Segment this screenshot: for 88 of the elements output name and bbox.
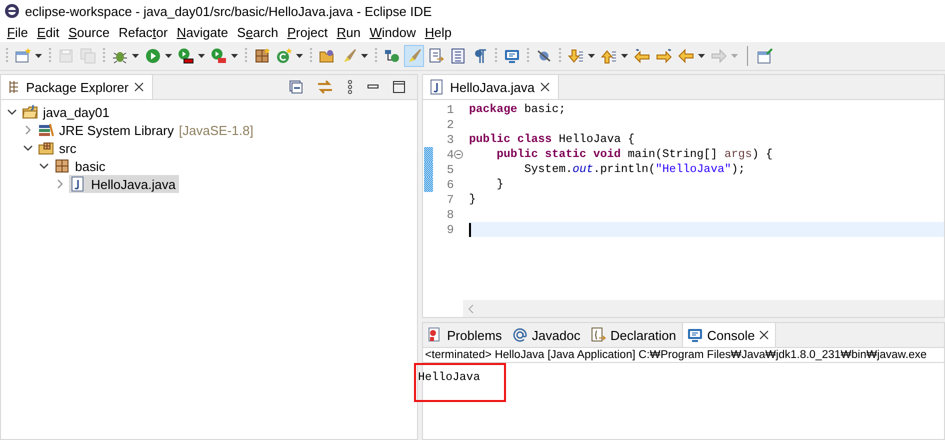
brush-icon [406, 48, 422, 64]
floppy-icon [58, 48, 74, 64]
chevron-down-icon[interactable] [23, 143, 33, 153]
folder-icon [319, 48, 335, 64]
arrow-right-icon [656, 48, 672, 64]
app-icon [4, 3, 20, 19]
skip-icon [536, 48, 552, 64]
code-line: package basic; [469, 102, 567, 117]
fold-icon[interactable] [454, 150, 463, 159]
text-cursor [469, 222, 470, 236]
tree-item[interactable]: JRE System Library [JavaSE-1.8] [37, 121, 256, 139]
class-icon [276, 48, 292, 64]
chevron-down-icon[interactable] [39, 161, 49, 171]
code-line: } [496, 177, 505, 192]
close-icon[interactable] [758, 330, 769, 340]
play-toolbox-icon [211, 48, 227, 64]
java-file-icon [70, 176, 86, 192]
menu-item[interactable]: Run [334, 24, 367, 40]
arrow-down-icon [568, 48, 584, 64]
view-tab[interactable]: Package Explorer [1, 75, 153, 99]
line-number: 9 [446, 222, 454, 236]
editor-tab[interactable]: HelloJava.java [423, 75, 559, 99]
books-icon [38, 122, 54, 138]
menu-item[interactable]: Project [284, 24, 334, 40]
menu-item[interactable]: Window [366, 24, 422, 40]
line-number: 5 [446, 162, 454, 176]
collapse-icon[interactable] [289, 80, 303, 94]
close-icon[interactable] [134, 82, 144, 92]
document-brace-icon [590, 327, 606, 343]
menu-item[interactable]: Source [65, 24, 116, 40]
window-title: eclipse-workspace - java_day01/src/basic/HelloJava.java - Eclipse IDE [25, 4, 432, 18]
java-file-icon [429, 79, 445, 95]
menu-icon[interactable] [347, 80, 353, 94]
at-sign-icon [512, 327, 528, 343]
package-icon [54, 158, 70, 174]
line-number: 7 [446, 192, 454, 206]
list-icon [450, 48, 466, 64]
view-tab[interactable]: Javadoc [508, 323, 586, 347]
floppies-icon [80, 48, 96, 64]
monitor-icon [687, 327, 704, 343]
menu-item[interactable]: File [4, 24, 34, 40]
close-icon[interactable] [540, 82, 550, 92]
hierarchy-icon [384, 48, 400, 64]
package-icon [254, 48, 270, 64]
chevron-right-icon[interactable] [55, 179, 65, 189]
tree-item[interactable]: src [37, 139, 80, 157]
console-status: <terminated> HelloJava [Java Application] C:₩Program Files₩Java₩jdk1.8.0_231₩bin₩javaw.exe [423, 348, 944, 363]
arrow-left-icon [678, 48, 694, 64]
menu-item[interactable]: Help [422, 24, 458, 40]
new-window-icon [15, 48, 31, 64]
line-number: 3 [446, 132, 454, 146]
play-icon [145, 48, 161, 64]
view-tab[interactable]: Console [682, 323, 776, 347]
view-tab[interactable]: Declaration [586, 323, 682, 347]
chevron-down-icon[interactable] [7, 107, 17, 117]
chevron-right-icon[interactable] [23, 125, 33, 135]
view-tab[interactable]: Problems [423, 323, 508, 347]
monitor-icon [504, 48, 520, 64]
arrow-right-icon [711, 48, 727, 64]
source-folder-icon [38, 140, 54, 156]
console-output: HelloJava [418, 371, 480, 384]
link-arrows-icon[interactable] [317, 80, 333, 94]
package-grid-icon [7, 80, 21, 94]
perspective-icon [757, 48, 773, 64]
arrow-left-icon [634, 48, 650, 64]
brush-icon [341, 48, 357, 64]
code-line: public static void main(String[] args) { [496, 147, 774, 162]
tree-item[interactable]: java_day01 [21, 103, 112, 121]
line-number: 4 [446, 148, 454, 162]
line-number: 6 [446, 178, 454, 192]
line-number: 1 [446, 102, 454, 116]
menu-item[interactable]: Search [234, 24, 284, 40]
pilcrow-icon [472, 48, 488, 64]
menu-item[interactable]: Refactor [116, 24, 174, 40]
line-number: 2 [446, 118, 454, 132]
tree-item[interactable]: HelloJava.java [69, 175, 179, 193]
line-number: 8 [446, 208, 454, 222]
menu-item[interactable]: Edit [34, 24, 66, 40]
maximize-icon[interactable] [393, 81, 405, 93]
tree-item[interactable]: basic [53, 157, 108, 175]
play-bar-icon [178, 48, 194, 64]
code-line: } [469, 192, 477, 207]
menu-item[interactable]: Navigate [174, 24, 234, 40]
code-line: System.out.println("HelloJava"); [523, 162, 746, 177]
arrow-up-icon [601, 48, 617, 64]
document-arrow-icon [428, 48, 444, 64]
project-folder-icon [22, 104, 38, 120]
code-line: public class HelloJava { [469, 132, 636, 147]
